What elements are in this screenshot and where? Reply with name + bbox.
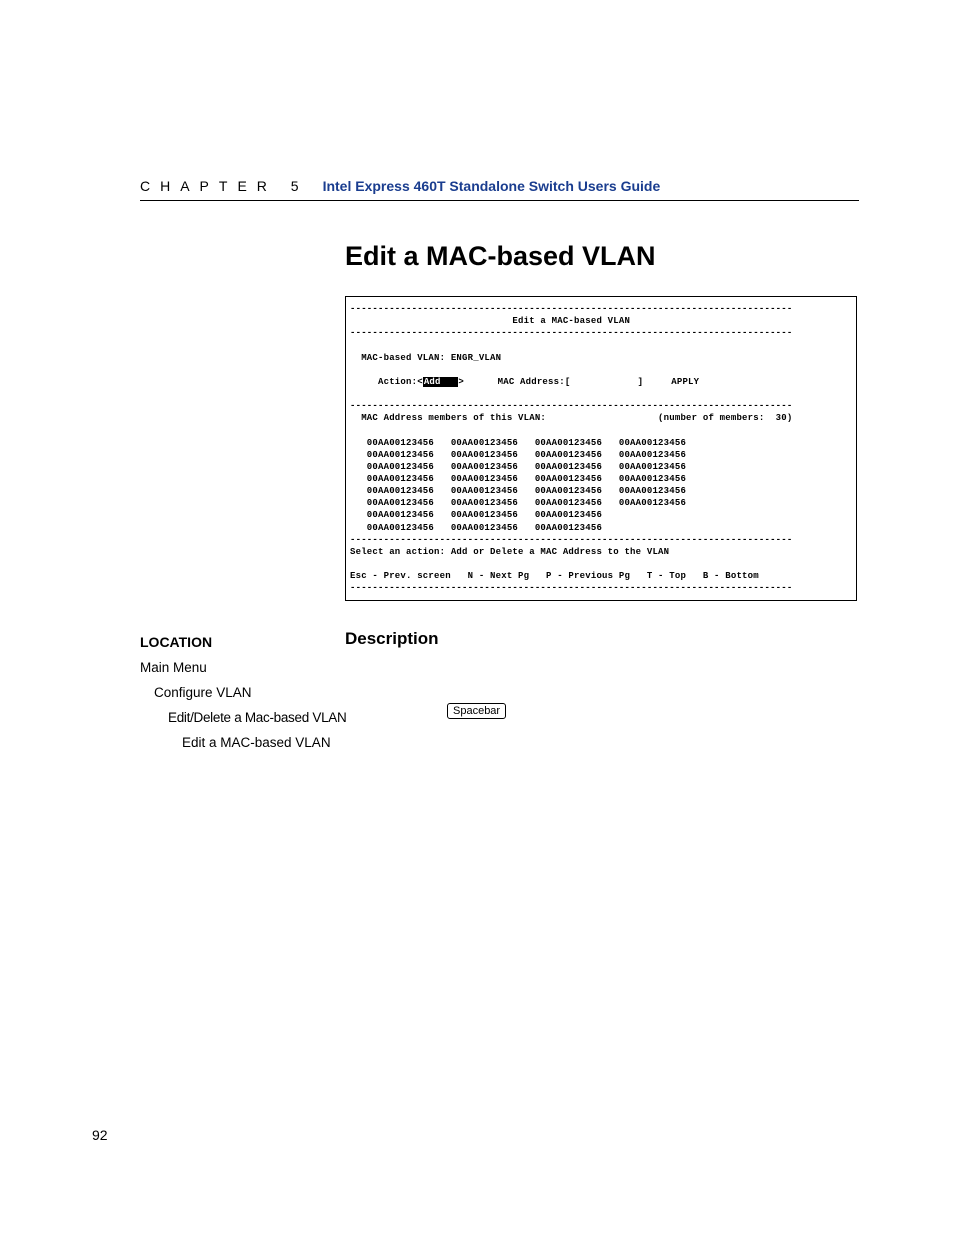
spacebar-key-icon: Spacebar: [447, 703, 506, 719]
description-heading: Description: [345, 629, 859, 649]
location-level-1: Main Menu: [140, 656, 346, 681]
location-level-2: Configure VLAN: [154, 681, 346, 706]
location-breadcrumb: Main Menu Configure VLAN Edit/Delete a M…: [140, 656, 346, 756]
page-title: Edit a MAC-based VLAN: [345, 241, 859, 272]
location-level-3: Edit/Delete a Mac-based VLAN: [168, 706, 346, 731]
location-level-4: Edit a MAC-based VLAN: [182, 731, 346, 756]
page-number: 92: [92, 1127, 108, 1143]
page-header: CHAPTER 5 Intel Express 460T Standalone …: [140, 178, 859, 201]
guide-title: Intel Express 460T Standalone Switch Use…: [323, 178, 661, 194]
location-heading: LOCATION: [140, 634, 212, 650]
chapter-label: CHAPTER 5: [140, 178, 309, 194]
terminal-screenshot: ----------------------------------------…: [345, 296, 857, 601]
